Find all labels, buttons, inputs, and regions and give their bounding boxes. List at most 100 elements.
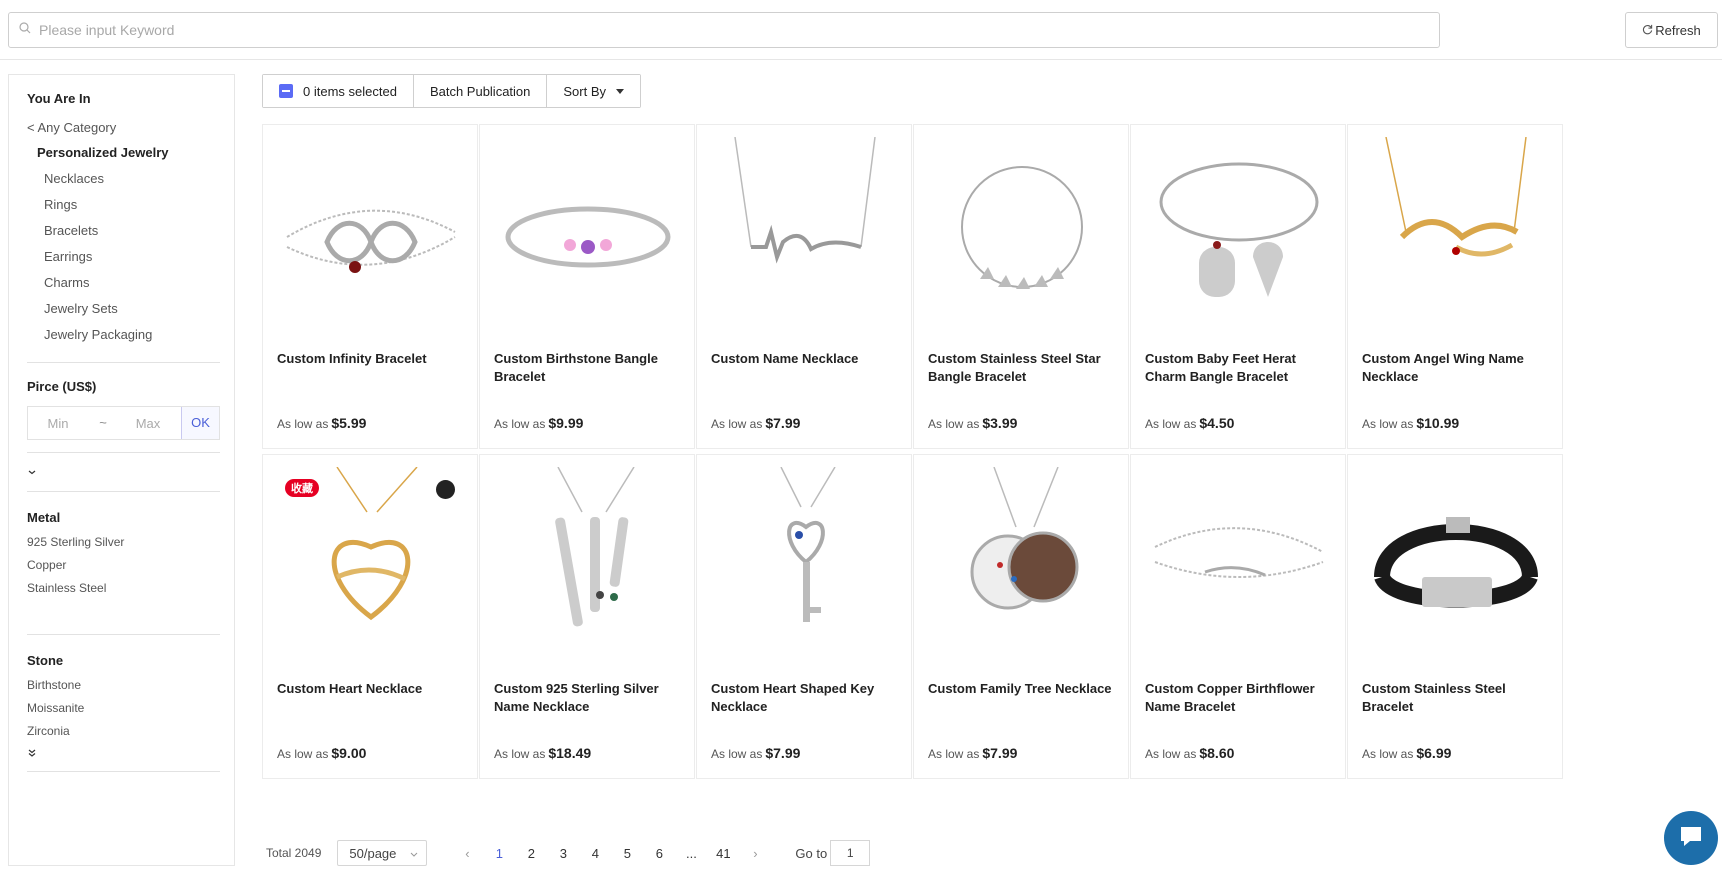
divider (27, 362, 220, 363)
product-card[interactable]: Custom Name Necklace As low as $7.99 (696, 124, 912, 449)
page-number[interactable]: 3 (547, 846, 579, 861)
product-card[interactable]: Custom Birthstone Bangle Bracelet As low… (479, 124, 695, 449)
page-number[interactable]: 1 (483, 846, 515, 861)
per-page-value: 50/page (349, 845, 397, 861)
product-card[interactable]: Custom 925 Sterling Silver Name Necklace… (479, 454, 695, 779)
search-icon (19, 21, 31, 39)
chat-widget-button[interactable] (1664, 811, 1718, 865)
price-min-input[interactable] (28, 407, 88, 439)
sort-by-dropdown[interactable]: Sort By (547, 75, 641, 107)
product-image-angel-wing-necklace[interactable] (1362, 137, 1550, 323)
product-card[interactable]: Custom Stainless Steel Bracelet As low a… (1347, 454, 1563, 779)
category-charms[interactable]: Charms (27, 270, 220, 296)
metal-option[interactable]: Stainless Steel (27, 577, 220, 600)
product-card[interactable]: Custom Angel Wing Name Necklace As low a… (1347, 124, 1563, 449)
product-image-key-necklace[interactable] (711, 467, 899, 653)
pinterest-save-badge[interactable]: 收藏 (285, 479, 319, 497)
category-bracelets[interactable]: Bracelets (27, 218, 220, 244)
product-card[interactable]: Custom Baby Feet Herat Charm Bangle Brac… (1130, 124, 1346, 449)
top-bar: Refresh (0, 0, 1722, 60)
category-jewelry-sets[interactable]: Jewelry Sets (27, 296, 220, 322)
goto-page-input[interactable] (830, 840, 871, 866)
current-category[interactable]: Personalized Jewelry (27, 145, 220, 160)
visual-search-icon[interactable] (436, 480, 455, 499)
price-max-input[interactable] (118, 407, 178, 439)
product-image-birthstone-bangle[interactable] (494, 137, 682, 323)
chevron-down-icon[interactable] (27, 465, 220, 479)
product-card[interactable]: Custom Infinity Bracelet As low as $5.99 (262, 124, 478, 449)
price-ok-button[interactable]: OK (181, 407, 219, 439)
product-card[interactable]: Custom Copper Birthflower Name Bracelet … (1130, 454, 1346, 779)
batch-publication-button[interactable]: Batch Publication (413, 75, 548, 107)
product-title[interactable]: Custom Infinity Bracelet (277, 350, 467, 368)
product-image-baby-feet-bangle[interactable] (1145, 137, 1333, 323)
metal-option[interactable]: 925 Sterling Silver (27, 531, 220, 554)
product-card[interactable]: 收藏 Custom Heart Necklace As low as $9.00 (262, 454, 478, 779)
per-page-select[interactable]: 50/page (337, 840, 428, 866)
product-card[interactable]: Custom Heart Shaped Key Necklace As low … (696, 454, 912, 779)
goto-label: Go to (795, 845, 828, 861)
double-chevron-down-icon[interactable] (27, 747, 220, 761)
select-all-control[interactable]: 0 items selected (263, 75, 414, 107)
price-separator: ~ (99, 415, 107, 430)
product-price-row: As low as $3.99 (928, 415, 1017, 431)
page-number[interactable]: 41 (707, 846, 739, 861)
category-earrings[interactable]: Earrings (27, 244, 220, 270)
stone-option[interactable]: Birthstone (27, 674, 220, 697)
price-prefix: As low as (1145, 747, 1197, 761)
page-number[interactable]: 5 (611, 846, 643, 861)
product-price: $9.99 (548, 415, 584, 431)
product-image-star-bangle[interactable] (928, 137, 1116, 323)
product-title[interactable]: Custom Heart Shaped Key Necklace (711, 680, 901, 716)
product-title[interactable]: Custom Family Tree Necklace (928, 680, 1118, 698)
product-image-name-necklace[interactable] (711, 137, 899, 323)
product-title[interactable]: Custom Baby Feet Herat Charm Bangle Brac… (1145, 350, 1335, 386)
refresh-button[interactable]: Refresh (1625, 12, 1718, 48)
category-jewelry-packaging[interactable]: Jewelry Packaging (27, 322, 220, 348)
product-price: $9.00 (331, 745, 367, 761)
product-price-row: As low as $7.99 (928, 745, 1017, 761)
price-prefix: As low as (494, 417, 546, 431)
total-count: Total 2049 (266, 846, 322, 860)
stone-option[interactable]: Moissanite (27, 697, 220, 720)
prev-page-button[interactable]: ‹ (451, 846, 483, 861)
product-image-name-bracelet[interactable] (1145, 467, 1333, 653)
category-list: Necklaces Rings Bracelets Earrings Charm… (27, 166, 220, 348)
goto-page: Go to (795, 840, 871, 866)
product-image-leather-bracelet[interactable] (1362, 467, 1550, 653)
category-necklaces[interactable]: Necklaces (27, 166, 220, 192)
product-title[interactable]: Custom Angel Wing Name Necklace (1362, 350, 1552, 386)
product-title[interactable]: Custom Name Necklace (711, 350, 901, 368)
search-input[interactable] (39, 22, 1419, 38)
you-are-in-title: You Are In (27, 91, 91, 106)
metal-option[interactable]: Copper (27, 554, 220, 577)
product-title[interactable]: Custom Stainless Steel Bracelet (1362, 680, 1552, 716)
product-title[interactable]: Custom 925 Sterling Silver Name Necklace (494, 680, 684, 716)
product-card[interactable]: Custom Family Tree Necklace As low as $7.… (913, 454, 1129, 779)
product-title[interactable]: Custom Heart Necklace (277, 680, 467, 698)
product-image-family-tree-necklace[interactable] (928, 467, 1116, 653)
product-price: $7.99 (765, 415, 801, 431)
product-card[interactable]: Custom Stainless Steel Star Bangle Brace… (913, 124, 1129, 449)
select-all-checkbox[interactable] (279, 84, 293, 98)
divider (27, 452, 220, 453)
stone-option[interactable]: Zirconia (27, 720, 220, 743)
price-filter-title: Pirce (US$) (27, 379, 97, 394)
product-image-bar-name-necklace[interactable] (494, 467, 682, 653)
product-image-infinity-bracelet[interactable] (277, 137, 465, 323)
product-price: $18.49 (548, 745, 592, 761)
any-category-link[interactable]: < Any Category (27, 120, 220, 135)
next-page-button[interactable]: › (739, 846, 771, 861)
page-ellipsis[interactable]: ... (675, 846, 707, 861)
product-title[interactable]: Custom Copper Birthflower Name Bracelet (1145, 680, 1335, 716)
page-number[interactable]: 6 (643, 846, 675, 861)
search-box[interactable] (8, 12, 1440, 48)
product-title[interactable]: Custom Stainless Steel Star Bangle Brace… (928, 350, 1118, 386)
page-number[interactable]: 4 (579, 846, 611, 861)
product-price: $4.50 (1199, 415, 1235, 431)
price-prefix: As low as (711, 417, 763, 431)
divider (27, 634, 220, 635)
product-title[interactable]: Custom Birthstone Bangle Bracelet (494, 350, 684, 386)
page-number[interactable]: 2 (515, 846, 547, 861)
category-rings[interactable]: Rings (27, 192, 220, 218)
